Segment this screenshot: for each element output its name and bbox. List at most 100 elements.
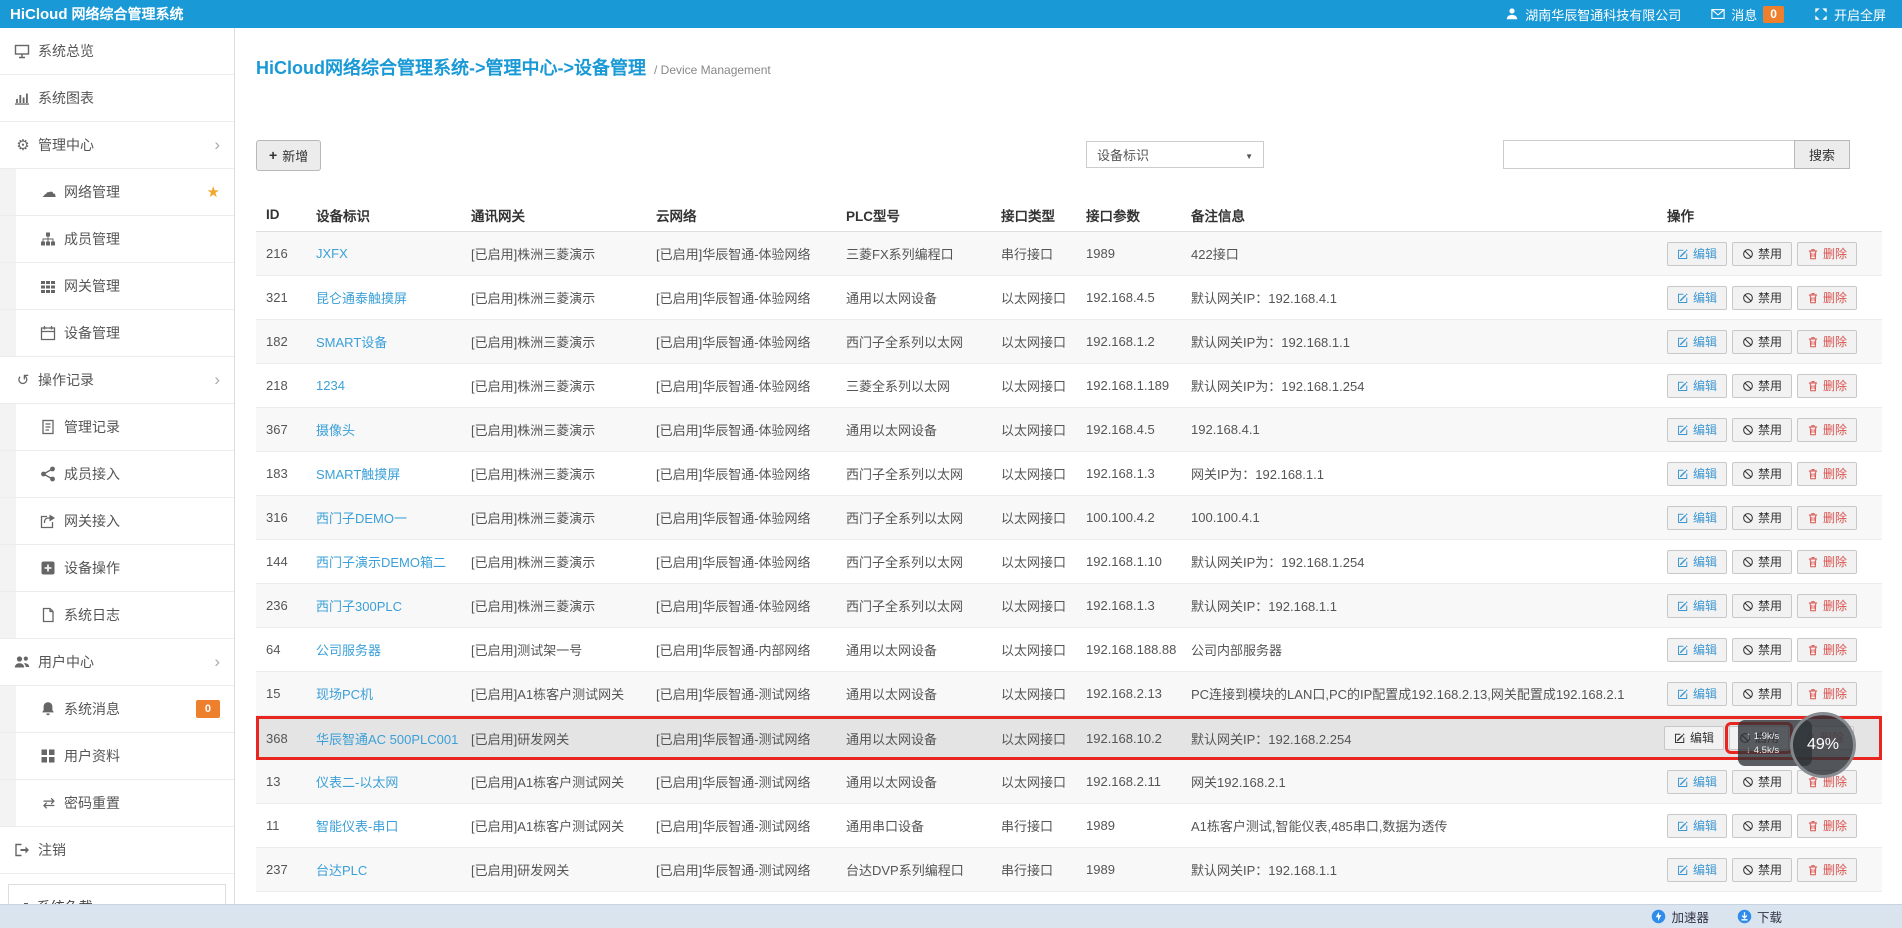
device-name-link[interactable]: 西门子DEMO一 (316, 508, 471, 527)
disable-button[interactable]: 禁用 (1732, 417, 1793, 442)
device-name-link[interactable]: 现场PC机 (316, 684, 471, 703)
disable-button-label: 禁用 (1758, 422, 1783, 437)
disable-button[interactable]: 禁用 (1732, 461, 1793, 486)
device-name-link[interactable]: 仪表二-以太网 (316, 772, 471, 791)
delete-button[interactable]: 删除 (1797, 593, 1858, 618)
delete-button[interactable]: 删除 (1797, 417, 1858, 442)
percent-circle[interactable]: 49% (1790, 712, 1856, 778)
sidebar-item-网关接入[interactable]: 网关接入 (0, 498, 234, 545)
edit-button[interactable]: 编辑 (1667, 329, 1728, 354)
device-name-link[interactable]: 华辰智通AC 500PLC001 (316, 729, 471, 748)
sidebar-item-成员管理[interactable]: 成员管理 (0, 216, 234, 263)
sidebar-item-网关管理[interactable]: 网关管理 (0, 263, 234, 310)
disable-button[interactable]: 禁用 (1732, 549, 1793, 574)
column-header: 通讯网关 (471, 208, 525, 224)
speed-overlay-widget[interactable]: 1.9k/s 4.5k/s 49% (1738, 712, 1858, 780)
cell-id: 236 (266, 598, 288, 613)
sidebar-item-设备管理[interactable]: 设备管理 (0, 310, 234, 357)
edit-button[interactable]: 编辑 (1667, 857, 1728, 882)
sidebar-item-label: 密码重置 (64, 795, 120, 811)
sidebar-item-用户中心[interactable]: 用户中心 (0, 639, 234, 686)
search-input[interactable] (1502, 140, 1795, 169)
device-name-link[interactable]: 1234 (316, 378, 471, 393)
disable-button[interactable]: 禁用 (1732, 593, 1793, 618)
edit-button[interactable]: 编辑 (1667, 285, 1728, 310)
device-name-link[interactable]: 台达PLC (316, 860, 471, 879)
disable-button[interactable]: 禁用 (1732, 813, 1793, 838)
disable-button[interactable]: 禁用 (1732, 329, 1793, 354)
edit-button[interactable]: 编辑 (1667, 461, 1728, 486)
disable-button[interactable]: 禁用 (1732, 505, 1793, 530)
messages-menu[interactable]: 消息 0 (1711, 5, 1784, 24)
cell-actions: 编辑 禁用 删除 (1667, 329, 1882, 354)
delete-button[interactable]: 删除 (1797, 681, 1858, 706)
device-name-link[interactable]: 西门子演示DEMO箱二 (316, 552, 471, 571)
device-name-link[interactable]: 昆仑通泰触摸屏 (316, 288, 471, 307)
edit-button[interactable]: 编辑 (1667, 373, 1728, 398)
edit-button-label: 编辑 (1693, 378, 1718, 393)
sidebar-item-系统总览[interactable]: 系统总览 (0, 28, 234, 75)
cell-cloud: [已启用]华辰智通-测试网络 (656, 687, 811, 702)
disable-button[interactable]: 禁用 (1732, 857, 1793, 882)
fullscreen-button[interactable]: 开启全屏 (1814, 5, 1886, 24)
delete-button[interactable]: 删除 (1797, 505, 1858, 530)
edit-button[interactable]: 编辑 (1667, 417, 1728, 442)
filter-field-value: 设备标识 (1097, 148, 1150, 163)
delete-button[interactable]: 删除 (1797, 241, 1858, 266)
device-name-link[interactable]: 摄像头 (316, 420, 471, 439)
sidebar-item-设备操作[interactable]: 设备操作 (0, 545, 234, 592)
sidebar-item-密码重置[interactable]: ⇄ 密码重置 (0, 780, 234, 827)
disable-button[interactable]: 禁用 (1732, 285, 1793, 310)
sidebar-item-用户资料[interactable]: 用户资料 (0, 733, 234, 780)
company-menu[interactable]: 湖南华辰智通科技有限公司 (1505, 5, 1681, 24)
cell-remark: 100.100.4.1 (1191, 510, 1260, 525)
sidebar-item-系统日志[interactable]: 系统日志 (0, 592, 234, 639)
sidebar-item-注销[interactable]: 注销 (0, 827, 234, 874)
filter-field-select[interactable]: 设备标识 (1086, 141, 1264, 168)
delete-button[interactable]: 删除 (1797, 813, 1858, 838)
search-button[interactable]: 搜索 (1793, 140, 1850, 169)
sidebar-item-管理记录[interactable]: 管理记录 (0, 404, 234, 451)
cell-remark: 默认网关IP：192.168.4.1 (1191, 291, 1337, 306)
edit-button[interactable]: 编辑 (1667, 549, 1728, 574)
cell-cloud: [已启用]华辰智通-内部网络 (656, 643, 811, 658)
edit-button[interactable]: 编辑 (1667, 637, 1728, 662)
edit-button[interactable]: 编辑 (1667, 241, 1728, 266)
disable-button[interactable]: 禁用 (1732, 637, 1793, 662)
delete-button[interactable]: 删除 (1797, 549, 1858, 574)
edit-button[interactable]: 编辑 (1667, 769, 1728, 794)
sidebar-item-系统图表[interactable]: 系统图表 (0, 75, 234, 122)
disable-button[interactable]: 禁用 (1732, 681, 1793, 706)
sidebar-item-成员接入[interactable]: 成员接入 (0, 451, 234, 498)
cell-remark: 网关IP为：192.168.1.1 (1191, 467, 1324, 482)
delete-button[interactable]: 删除 (1797, 329, 1858, 354)
disable-button[interactable]: 禁用 (1732, 373, 1793, 398)
device-name-link[interactable]: SMART设备 (316, 332, 471, 351)
device-name-link[interactable]: SMART触摸屏 (316, 464, 471, 483)
sidebar-item-操作记录[interactable]: ↺ 操作记录 (0, 357, 234, 404)
delete-button[interactable]: 删除 (1797, 857, 1858, 882)
edit-button[interactable]: 编辑 (1667, 813, 1728, 838)
disable-button[interactable]: 禁用 (1732, 241, 1793, 266)
edit-button[interactable]: 编辑 (1667, 593, 1728, 618)
delete-button[interactable]: 删除 (1797, 373, 1858, 398)
bottombar-item-加速器[interactable]: 加速器 (1651, 907, 1709, 926)
star-icon (207, 183, 220, 201)
device-name-link[interactable]: 智能仪表-串口 (316, 816, 471, 835)
device-name-link[interactable]: 公司服务器 (316, 640, 471, 659)
edit-button[interactable]: 编辑 (1664, 726, 1725, 750)
sidebar-item-系统消息[interactable]: 系统消息 0 (0, 686, 234, 733)
device-name-link[interactable]: 西门子300PLC (316, 596, 471, 615)
add-device-button[interactable]: 新增 (256, 140, 322, 171)
ban-icon (1742, 600, 1754, 612)
delete-button[interactable]: 删除 (1797, 637, 1858, 662)
bottombar-item-下载[interactable]: 下载 (1737, 907, 1782, 926)
device-name-link[interactable]: JXFX (316, 246, 471, 261)
edit-button[interactable]: 编辑 (1667, 681, 1728, 706)
delete-button[interactable]: 删除 (1797, 461, 1858, 486)
sidebar-item-管理中心[interactable]: ⚙ 管理中心 (0, 122, 234, 169)
delete-button[interactable]: 删除 (1797, 285, 1858, 310)
edit-button[interactable]: 编辑 (1667, 505, 1728, 530)
cell-remark: 默认网关IP：192.168.1.1 (1191, 863, 1337, 878)
sidebar-item-网络管理[interactable]: ☁ 网络管理 (0, 169, 234, 216)
